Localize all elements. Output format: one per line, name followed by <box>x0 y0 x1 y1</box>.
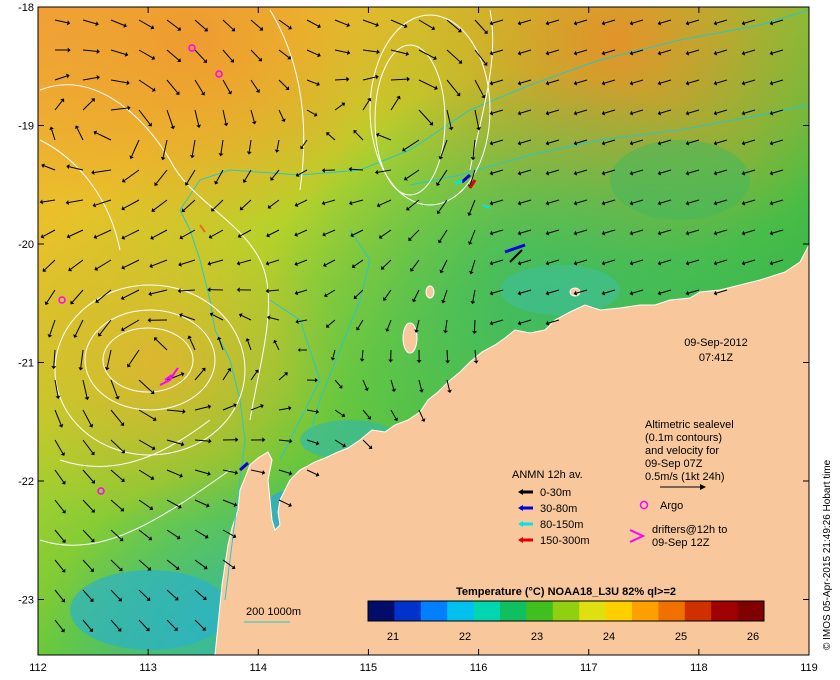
anmn-legend-label: 30-80m <box>540 503 577 515</box>
colorbar-cell <box>658 601 686 621</box>
y-tick-label: -19 <box>18 121 34 133</box>
colorbar-tick-label: 26 <box>747 631 759 643</box>
y-tick-label: -18 <box>18 2 34 14</box>
colorbar-tick-label: 24 <box>603 631 615 643</box>
colorbar-tick-label: 25 <box>675 631 687 643</box>
colorbar-title: Temperature (°C) NOAA18_L3U 82% ql>=2 <box>456 586 676 598</box>
colorbar-cell <box>500 601 527 621</box>
colorbar-cell <box>632 601 659 621</box>
colorbar-cell <box>684 601 712 621</box>
argo-legend-label: Argo <box>660 500 683 512</box>
colorbar-tick-label: 21 <box>387 631 399 643</box>
colorbar-cell <box>447 601 475 621</box>
colorbar-cell <box>526 601 554 621</box>
isobath-legend-label: 200 1000m <box>246 606 301 618</box>
y-tick-label: -23 <box>18 595 34 607</box>
colorbar-cell <box>605 601 633 621</box>
sealevel-line5: 0.5m/s (1kt 24h) <box>645 471 724 483</box>
ocean-temperature-map: 112 113 114 115 116 117 118 119 -18 -19 -20 -21 -22 -… <box>18 2 833 674</box>
x-tick-label: 114 <box>250 662 268 674</box>
anmn-legend-label: 80-150m <box>540 519 583 531</box>
x-tick-label: 112 <box>29 662 47 674</box>
velocity-arrow <box>446 349 449 361</box>
drifters-line1: drifters@12h to <box>652 524 727 536</box>
date-label: 09-Sep-2012 <box>684 337 748 349</box>
sealevel-line2: (0.1m contours) <box>645 432 722 444</box>
colorbar-cell <box>552 601 580 621</box>
colorbar-cell <box>394 601 422 621</box>
colorbar-cell <box>473 601 501 621</box>
x-tick-label: 119 <box>800 662 818 674</box>
colorbar-cell <box>579 601 607 621</box>
x-tick-label: 117 <box>580 662 598 674</box>
sealevel-line3: and velocity for <box>645 445 719 457</box>
colorbar-tick-label: 22 <box>459 631 471 643</box>
x-tick-label: 118 <box>690 662 708 674</box>
colorbar-tick-label: 23 <box>531 631 543 643</box>
x-tick-label: 116 <box>470 662 488 674</box>
colorbar-cell <box>711 601 739 621</box>
x-tick-label: 113 <box>139 662 157 674</box>
x-tick-label: 115 <box>360 662 378 674</box>
colorbar-cell <box>737 601 765 621</box>
small-island <box>425 285 435 299</box>
barrow-island <box>402 322 418 354</box>
credit-text: © IMOS 05-Apr-2015 21:49:26 Hobart time <box>822 459 833 650</box>
sealevel-line1: Altimetric sealevel <box>645 419 734 431</box>
sealevel-line4: 09-Sep 07Z <box>645 458 703 470</box>
y-tick-label: -21 <box>18 358 34 370</box>
anmn-title: ANMN 12h av. <box>512 469 583 481</box>
time-label: 07:41Z <box>699 352 734 364</box>
anmn-legend-label: 150-300m <box>540 535 590 547</box>
y-tick-label: -20 <box>18 239 34 251</box>
anmn-legend-label: 0-30m <box>540 487 571 499</box>
colorbar-cell <box>368 601 395 621</box>
y-tick-label: -22 <box>18 476 34 488</box>
drifters-line2: 09-Sep 12Z <box>652 537 710 549</box>
colorbar-cell <box>420 601 448 621</box>
